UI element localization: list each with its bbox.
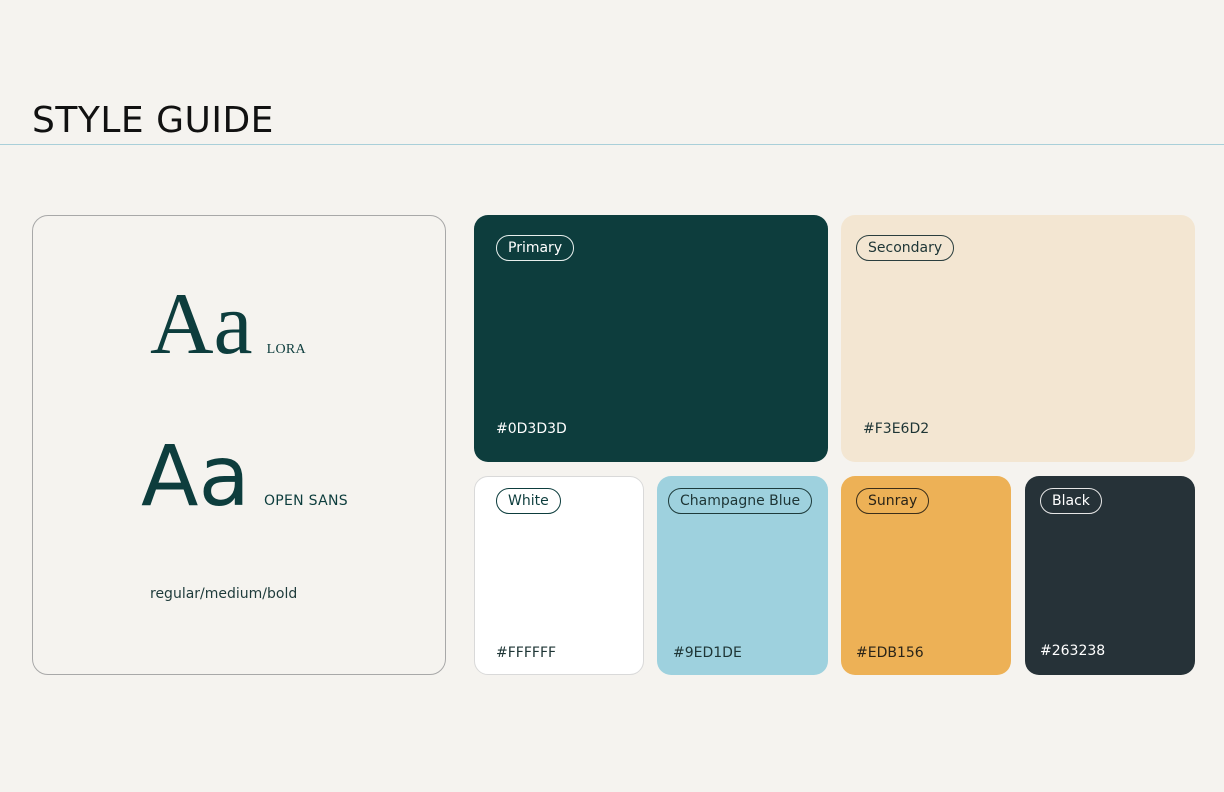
serif-font-sample: Aa	[150, 276, 253, 373]
font-weights-label: regular/medium/bold	[150, 586, 298, 602]
title-divider	[0, 144, 1224, 145]
swatch-name-badge: Sunray	[856, 488, 930, 514]
swatch-hex-value: #9ED1DE	[673, 645, 742, 661]
typography-card: Aa LORA Aa OPEN SANS regular/medium/bold	[32, 215, 446, 675]
style-guide-page: STYLE GUIDE Aa LORA Aa OPEN SANS regular…	[0, 0, 1224, 792]
swatch-hex-value: #EDB156	[856, 645, 924, 661]
swatch-name-badge: Secondary	[856, 235, 955, 261]
serif-font-label: LORA	[266, 342, 306, 357]
swatch-champagne-blue: Champagne Blue #9ED1DE	[657, 476, 828, 675]
swatch-white: White #FFFFFF	[474, 476, 644, 675]
sans-font-sample: Aa	[141, 427, 250, 525]
page-title: STYLE GUIDE	[32, 100, 274, 141]
swatch-primary: Primary #0D3D3D	[474, 215, 828, 462]
swatch-secondary: Secondary #F3E6D2	[841, 215, 1195, 462]
sans-font-label: OPEN SANS	[263, 493, 348, 509]
swatch-hex-value: #FFFFFF	[496, 645, 557, 661]
swatch-sunray: Sunray #EDB156	[841, 476, 1011, 675]
swatch-hex-value: #263238	[1040, 643, 1106, 659]
swatch-hex-value: #0D3D3D	[496, 421, 567, 437]
swatch-hex-value: #F3E6D2	[863, 421, 930, 437]
serif-font-row: Aa LORA	[150, 281, 306, 369]
sans-font-row: Aa OPEN SANS	[141, 434, 348, 518]
swatch-black: Black #263238	[1025, 476, 1195, 675]
swatch-name-badge: Champagne Blue	[668, 488, 813, 514]
swatch-name-badge: Primary	[496, 235, 575, 261]
swatch-name-badge: White	[496, 488, 561, 514]
swatch-name-badge: Black	[1040, 488, 1102, 514]
